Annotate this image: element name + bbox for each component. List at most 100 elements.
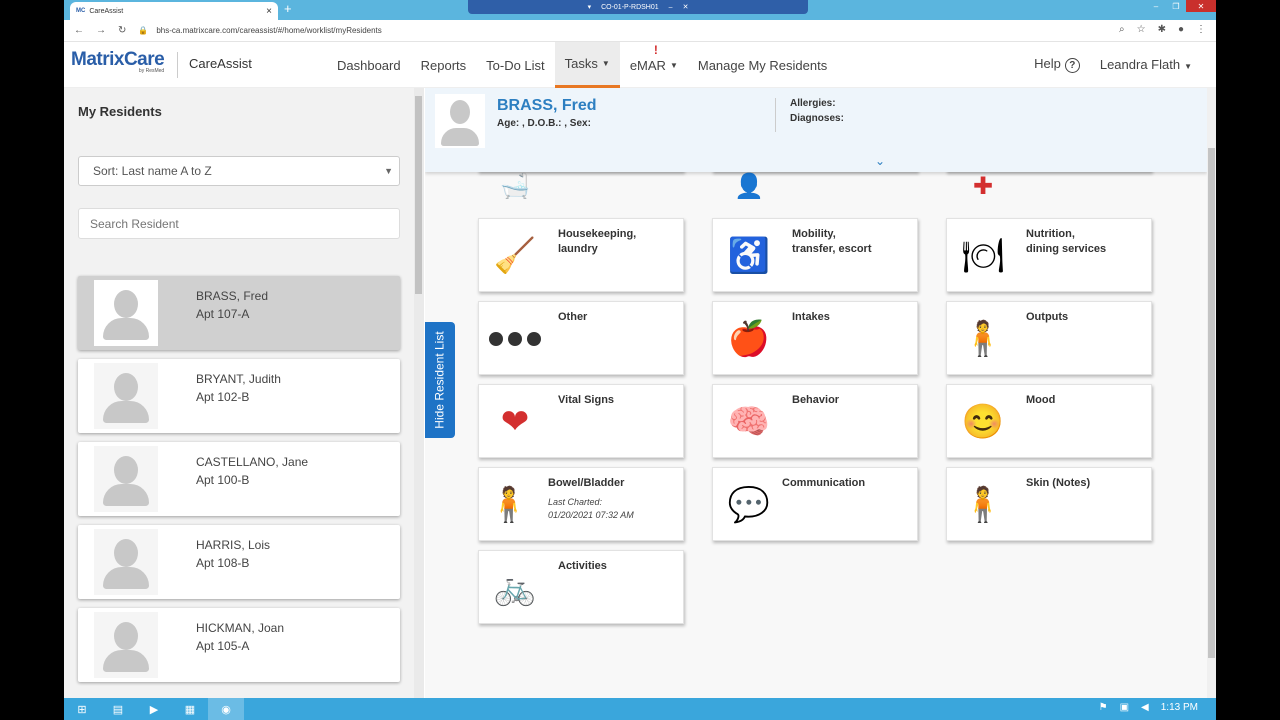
nav-tasks-label: Tasks — [564, 56, 598, 71]
resident-sidebar: My Residents Sort: Last name A to Z ▼ BR… — [64, 88, 414, 698]
resident-name: HICKMAN, Joan — [196, 621, 285, 635]
body-outputs-icon: 🧍 — [961, 320, 1005, 358]
task-card-housekeeping[interactable]: 🧹 Housekeeping, laundry — [478, 218, 684, 292]
sort-select[interactable]: Sort: Last name A to Z ▼ — [78, 156, 400, 186]
task-card-nutrition[interactable]: 🍽 Nutrition, dining services — [946, 218, 1152, 292]
sort-value: Sort: Last name A to Z — [93, 164, 212, 178]
windows-taskbar: ⊞ ▤ ▶ ▦ ◉ ⚑ ▣ ◀ 1:13 PM — [64, 698, 1216, 720]
card-label: Intakes — [792, 311, 830, 323]
resident-name: HARRIS, Lois — [196, 538, 271, 552]
task-card-other[interactable]: Other — [478, 301, 684, 375]
remote-close-icon[interactable]: ✕ — [683, 3, 689, 11]
nav-manage-residents[interactable]: Manage My Residents — [688, 42, 837, 88]
maximize-icon[interactable]: ❐ — [1166, 0, 1186, 12]
card-label: Skin (Notes) — [1026, 477, 1091, 489]
apple-icon: 🍎 — [727, 320, 771, 358]
task-card-outputs[interactable]: 🧍 Outputs — [946, 301, 1152, 375]
main-scrollbar[interactable] — [1207, 88, 1216, 698]
app-header: MatrixCare by ResMed CareAssist Dashboar… — [64, 42, 1216, 88]
nav-tasks[interactable]: Tasks ▼ — [554, 42, 620, 88]
browser-menu-icon[interactable]: ⋮ — [1196, 24, 1206, 35]
file-explorer-icon[interactable]: ▦ — [172, 698, 208, 720]
windows-start-icon[interactable]: ⊞ — [64, 698, 100, 720]
server-manager-icon[interactable]: ▤ — [100, 698, 136, 720]
clock[interactable]: 1:13 PM — [1161, 702, 1198, 713]
card-label: Vital Signs — [558, 394, 615, 406]
address-bar: ← → ↻ 🔒 bhs-ca.matrixcare.com/careassist… — [64, 20, 1216, 42]
sidebar-scroll-thumb[interactable] — [415, 96, 422, 294]
close-tab-icon[interactable]: × — [266, 6, 272, 17]
nav-todo-label: To-Do List — [486, 57, 545, 73]
resident-apt: Apt 102-B — [196, 390, 250, 404]
remote-desktop-title: CO-01-P-RDSH01 — [601, 3, 659, 11]
task-card-mobility[interactable]: ♿ Mobility, transfer, escort — [712, 218, 918, 292]
window-close-icon[interactable]: ✕ — [1186, 0, 1216, 12]
help-icon: ? — [1064, 58, 1080, 73]
search-resident-input[interactable] — [78, 208, 400, 239]
user-menu[interactable]: Leandra Flath ▼ — [1100, 57, 1192, 72]
pin-icon[interactable]: ▾ — [588, 3, 592, 11]
resident-card[interactable]: HICKMAN, Joan Apt 105-A — [78, 608, 400, 682]
card-label: Other — [558, 311, 588, 323]
hide-resident-list-button[interactable]: Hide Resident List — [425, 322, 455, 438]
nav-dashboard[interactable]: Dashboard — [327, 42, 411, 88]
resident-name: BRYANT, Judith — [196, 372, 281, 386]
forward-icon[interactable]: → — [96, 25, 106, 36]
avatar-icon — [94, 280, 158, 346]
expand-chevron-icon[interactable]: ⌄ — [875, 154, 885, 168]
zoom-icon[interactable]: ⌕ — [1119, 24, 1125, 35]
sidebar-scrollbar[interactable] — [414, 88, 424, 698]
matrixcare-logo[interactable]: MatrixCare by ResMed — [71, 49, 165, 74]
help-label: Help — [1034, 56, 1061, 71]
avatar-icon — [94, 363, 158, 429]
main-scroll-thumb[interactable] — [1208, 148, 1215, 658]
task-card-behavior[interactable]: 🧠 Behavior — [712, 384, 918, 458]
user-name: Leandra Flath — [1099, 57, 1181, 72]
help-button[interactable]: Help? — [1034, 56, 1080, 73]
powershell-icon[interactable]: ▶ — [136, 698, 172, 720]
new-tab-button[interactable]: + — [284, 1, 292, 16]
task-card-communication[interactable]: 💬 Communication — [712, 467, 918, 541]
task-card-skin[interactable]: 🧍 Skin (Notes) — [946, 467, 1152, 541]
bookmark-star-icon[interactable]: ☆ — [1137, 24, 1146, 35]
remote-minimize-icon[interactable]: – — [669, 4, 673, 11]
nav-reports[interactable]: Reports — [411, 42, 477, 88]
flag-icon[interactable]: ⚑ — [1099, 702, 1108, 713]
reload-icon[interactable]: ↻ — [118, 25, 126, 36]
dining-icon: 🍽 — [961, 237, 1005, 275]
lock-icon: 🔒 — [138, 26, 149, 35]
task-card-intakes[interactable]: 🍎 Intakes — [712, 301, 918, 375]
network-icon[interactable]: ▣ — [1120, 702, 1129, 713]
chrome-icon[interactable]: ◉ — [208, 698, 244, 720]
back-icon[interactable]: ← — [74, 25, 84, 36]
resident-card[interactable]: HARRIS, Lois Apt 108-B — [78, 525, 400, 599]
resident-card[interactable]: BRYANT, Judith Apt 102-B — [78, 359, 400, 433]
nav-emar[interactable]: ! eMAR ▼ — [620, 42, 688, 88]
card-label: Bowel/Bladder — [548, 477, 625, 489]
card-label: Nutrition, dining services — [1026, 228, 1107, 255]
task-card-vital-signs[interactable]: ❤ Vital Signs — [478, 384, 684, 458]
browser-tabbar: MC CareAssist × + ▾ CO-01-P-RDSH01 – ✕ –… — [64, 0, 1216, 20]
extensions-icon[interactable]: ✱ — [1158, 24, 1166, 35]
resident-card[interactable]: CASTELLANO, Jane Apt 100-B — [78, 442, 400, 516]
brain-icon: 🧠 — [727, 403, 771, 441]
task-card-activities[interactable]: 🚲 Activities — [478, 550, 684, 624]
volume-icon[interactable]: ◀ — [1141, 702, 1149, 713]
browser-tab[interactable]: MC CareAssist × — [70, 2, 278, 20]
logo-divider — [177, 52, 178, 78]
resident-card[interactable]: BRASS, Fred Apt 107-A — [78, 276, 400, 350]
activities-icon: 🚲 — [493, 569, 537, 607]
task-card-mood[interactable]: 😊 Mood — [946, 384, 1152, 458]
task-card-bowel-bladder[interactable]: 🧍 Bowel/Bladder Last Charted: 01/20/2021… — [478, 467, 684, 541]
emar-alert-icon: ! — [653, 43, 658, 57]
resident-list: BRASS, Fred Apt 107-A BRYANT, Judith Apt… — [78, 276, 400, 691]
patient-name[interactable]: BRASS, Fred — [497, 97, 597, 115]
nav-manage-label: Manage My Residents — [697, 57, 828, 73]
url-field[interactable]: bhs-ca.matrixcare.com/careassist/#/home/… — [156, 26, 381, 35]
sidebar-title: My Residents — [78, 104, 162, 119]
resident-name: CASTELLANO, Jane — [196, 455, 309, 469]
profile-icon[interactable]: ● — [1178, 24, 1184, 35]
tab-title: CareAssist — [89, 7, 124, 15]
minimize-icon[interactable]: – — [1146, 0, 1166, 12]
nav-todo[interactable]: To-Do List — [476, 42, 555, 88]
